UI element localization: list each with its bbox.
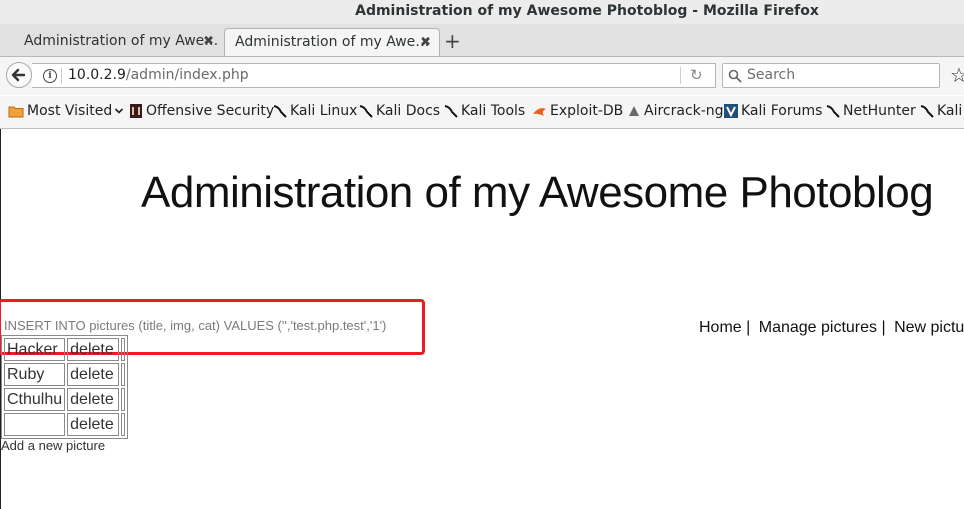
bookmark-kali[interactable]: Kali <box>920 96 962 128</box>
add-picture-link[interactable]: Add a new picture <box>1 438 105 453</box>
bookmark-aircrack-ng[interactable]: Aircrack-ng <box>627 96 724 128</box>
reload-icon[interactable]: ↻ <box>690 67 703 84</box>
kali-dragon-icon <box>826 105 840 118</box>
url-path: /admin/index.php <box>125 67 249 83</box>
url-host: 10.0.2.9 <box>68 67 126 83</box>
bookmark-most-visited[interactable]: Most Visited <box>8 96 127 128</box>
search-bar[interactable]: Search <box>722 63 940 88</box>
aircrack-icon <box>629 106 639 116</box>
bookmark-label: Kali Docs <box>376 103 441 119</box>
delete-link[interactable]: delete <box>67 363 120 386</box>
pictures-table: Hacker delete Ruby delete Cthulhu delete… <box>1 335 129 439</box>
bookmark-nethunter[interactable]: NetHunter <box>826 96 916 128</box>
kali-dragon-icon <box>444 105 458 118</box>
bookmark-star-icon[interactable]: ☆ <box>950 63 964 87</box>
bookmark-kali-docs[interactable]: Kali Docs <box>359 96 440 128</box>
table-row: delete <box>4 413 126 436</box>
bookmark-label: Kali Forums <box>741 103 823 119</box>
window-titlebar: Administration of my Awesome Photoblog -… <box>0 0 964 24</box>
nav-new-picture-link[interactable]: New picture <box>894 319 964 336</box>
kali-dragon-icon <box>920 105 934 118</box>
navigation-toolbar: i 10.0.2.9/admin/index.php ↻ Search ☆ <box>0 57 964 95</box>
bookmark-label: NetHunter <box>843 103 916 119</box>
delete-link[interactable]: delete <box>67 413 120 436</box>
kali-dragon-icon <box>273 105 287 118</box>
table-cell-empty <box>121 413 126 436</box>
chevron-down-icon <box>115 108 124 114</box>
tab-label: Administration of my Awe… <box>24 33 219 49</box>
table-row: Cthulhu delete <box>4 388 126 411</box>
bookmark-label: Exploit-DB <box>550 103 624 119</box>
bookmark-label: Most Visited <box>27 103 113 119</box>
window-title: Administration of my Awesome Photoblog -… <box>355 3 819 19</box>
bookmark-offensive-security[interactable]: Offensive Security <box>129 96 274 128</box>
kali-forums-icon <box>724 104 738 118</box>
back-button[interactable] <box>6 62 32 88</box>
picture-title: Ruby <box>4 363 66 386</box>
table-cell-empty <box>121 388 126 411</box>
bookmarks-toolbar: Most Visited Offensive Security Kali Lin… <box>0 96 964 129</box>
back-arrow-icon <box>11 68 26 82</box>
bookmark-label: Kali Linux <box>290 103 358 119</box>
page-title: Administration of my Awesome Photoblog <box>141 168 934 217</box>
table-cell-empty <box>121 338 126 361</box>
close-tab-icon[interactable]: ✖ <box>420 29 431 56</box>
search-icon <box>728 69 742 83</box>
url-text[interactable]: 10.0.2.9/admin/index.php <box>68 64 249 87</box>
bookmark-label: Aircrack-ng <box>644 103 724 119</box>
delete-link[interactable]: delete <box>67 338 120 361</box>
bookmark-label: Kali Tools <box>461 103 526 119</box>
new-tab-button[interactable]: + <box>444 27 461 55</box>
exploitdb-icon <box>533 108 546 116</box>
search-input[interactable]: Search <box>747 64 795 87</box>
tab-label: Administration of my Awe… <box>235 34 430 50</box>
nav-manage-pictures-link[interactable]: Manage pictures | <box>759 319 886 336</box>
picture-title: Cthulhu <box>4 388 66 411</box>
table-row: Hacker delete <box>4 338 126 361</box>
url-bar[interactable]: i 10.0.2.9/admin/index.php ↻ <box>32 63 716 88</box>
table-cell-empty <box>121 363 126 386</box>
site-info-icon[interactable]: i <box>43 69 57 83</box>
bookmark-exploit-db[interactable]: Exploit-DB <box>532 96 623 128</box>
url-separator <box>61 68 62 84</box>
picture-title: Hacker <box>4 338 66 361</box>
kali-dragon-icon <box>359 105 373 118</box>
reload-separator <box>680 67 681 84</box>
tab-strip: Administration of my Awe… ✖ Administrati… <box>0 24 964 57</box>
site-nav: Home | Manage pictures | New picture <box>699 319 964 337</box>
delete-link[interactable]: delete <box>67 388 120 411</box>
bookmark-label: Kali <box>937 103 963 119</box>
nav-home-link[interactable]: Home | <box>699 319 750 336</box>
bookmark-kali-tools[interactable]: Kali Tools <box>444 96 525 128</box>
close-tab-icon[interactable]: ✖ <box>203 28 214 55</box>
tab-inactive[interactable]: Administration of my Awe… ✖ <box>10 28 222 56</box>
bookmark-label: Offensive Security <box>146 103 275 119</box>
offsec-icon <box>130 104 142 118</box>
bookmark-kali-linux[interactable]: Kali Linux <box>273 96 357 128</box>
tab-active[interactable]: Administration of my Awe… ✖ <box>224 28 440 56</box>
picture-title <box>4 413 66 436</box>
bookmark-kali-forums[interactable]: Kali Forums <box>724 96 822 128</box>
table-row: Ruby delete <box>4 363 126 386</box>
folder-icon <box>8 106 24 118</box>
